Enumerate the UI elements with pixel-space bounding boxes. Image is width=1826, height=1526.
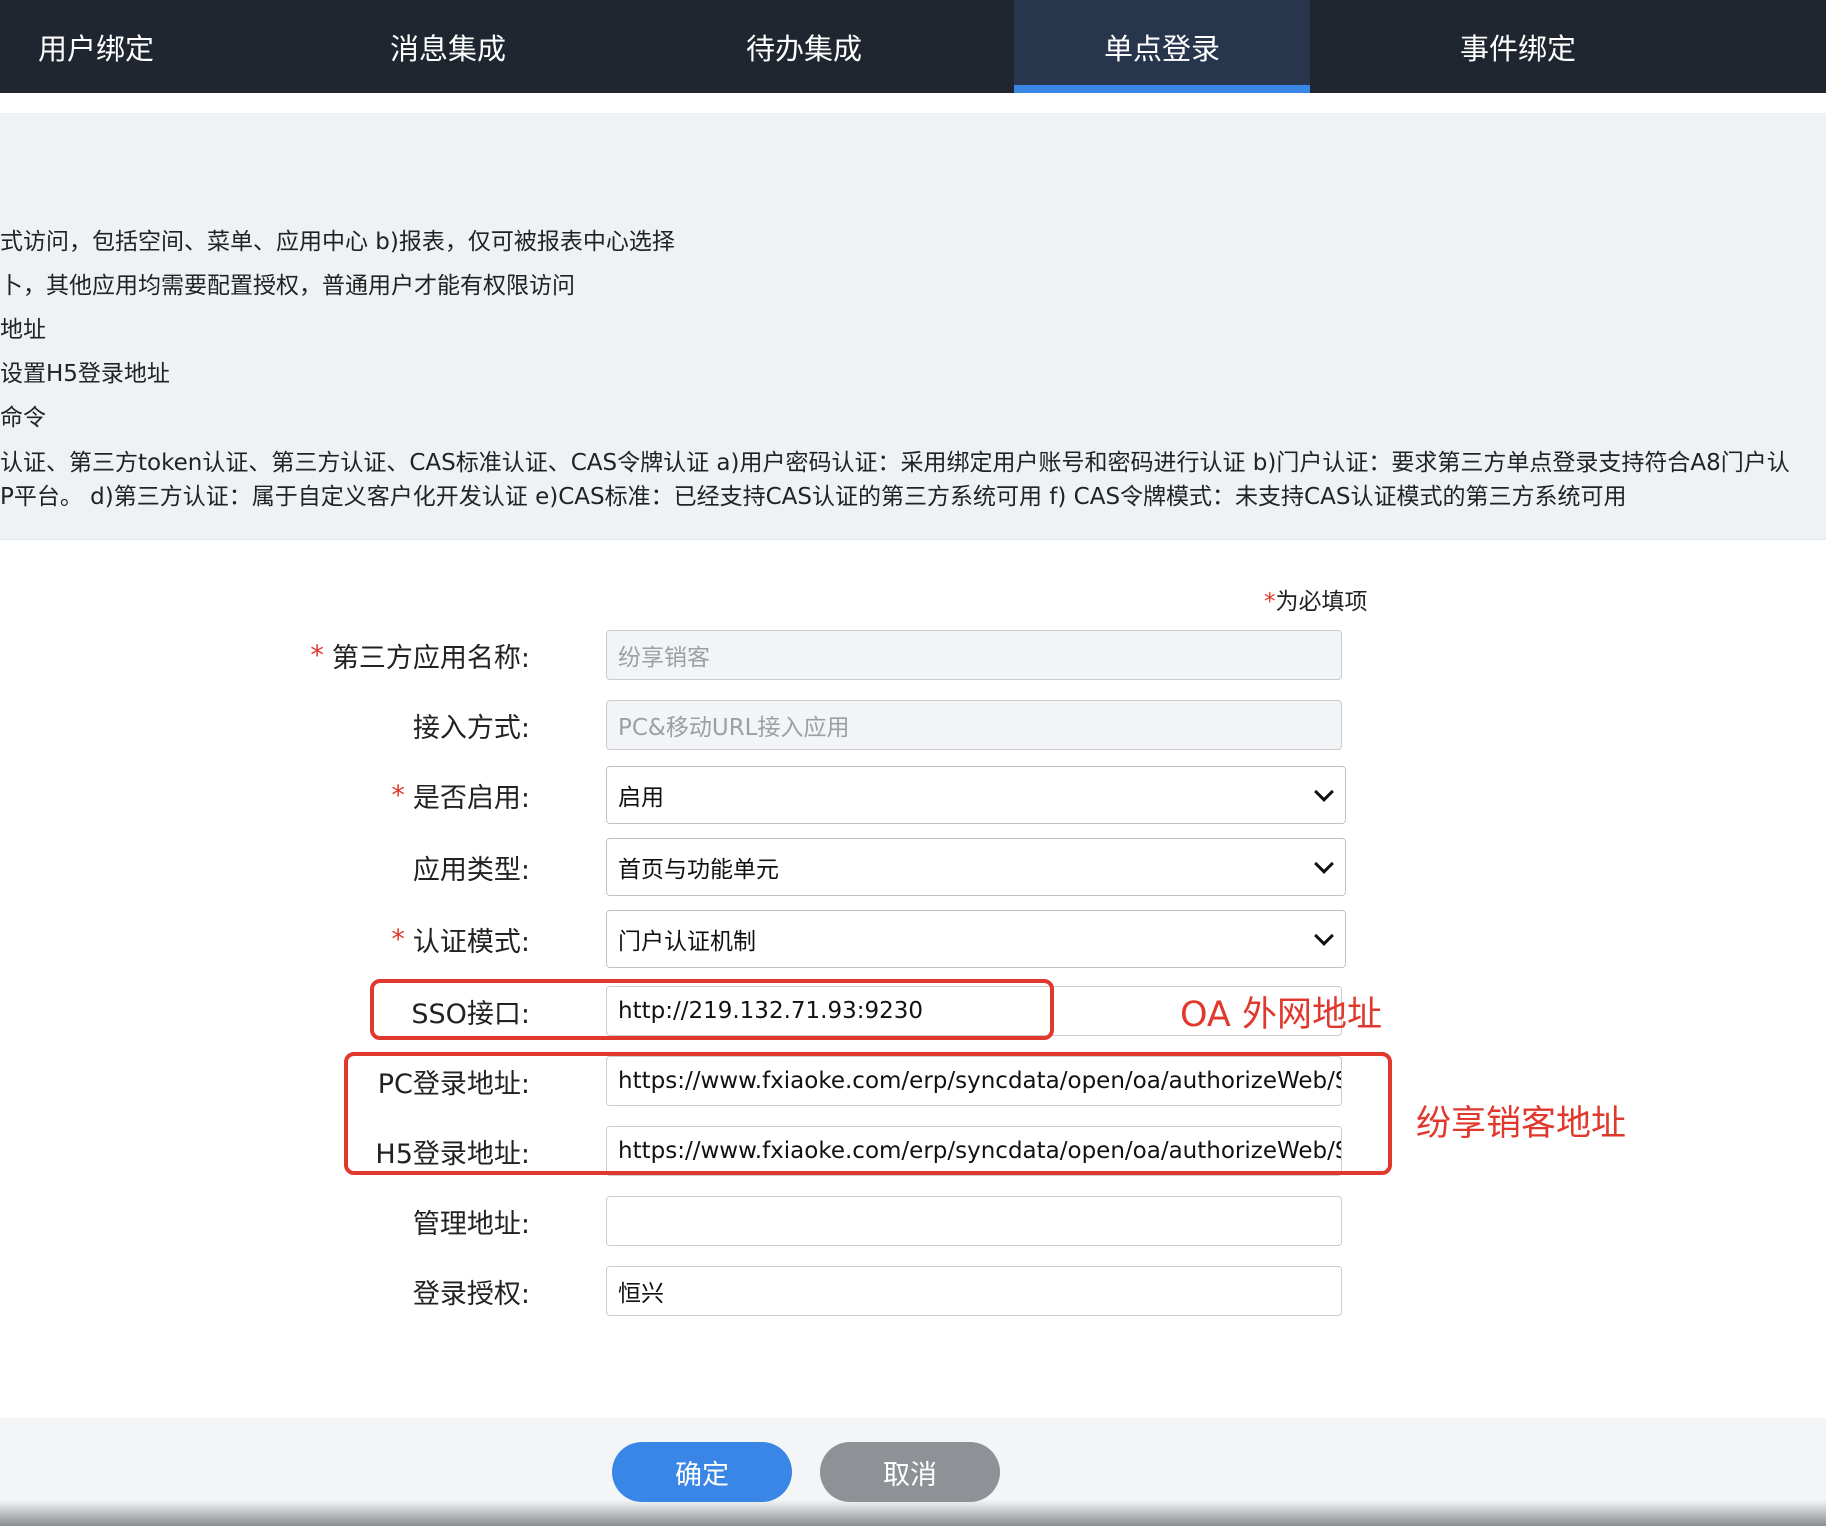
note-line: 命令: [0, 405, 46, 431]
tab-single-sign-on[interactable]: 单点登录: [1014, 0, 1310, 93]
cancel-button[interactable]: 取消: [820, 1442, 1000, 1502]
label-text: 第三方应用名称:: [331, 642, 530, 674]
login-auth-label: 登录授权:: [230, 1266, 530, 1316]
top-tab-bar: 用户绑定 消息集成 待办集成 单点登录 事件绑定: [0, 0, 1826, 93]
label-text: 认证模式:: [412, 926, 530, 958]
annotation-box-sso: [370, 979, 1054, 1040]
select-value: 首页与功能单元: [618, 857, 779, 883]
note-line: 卜，其他应用均需要配置授权，普通用户才能有权限访问: [0, 273, 575, 299]
enabled-label: * 是否启用:: [230, 770, 530, 820]
button-label: 取消: [883, 1459, 937, 1491]
tab-label: 消息集成: [389, 31, 506, 66]
footer-shadow: [0, 1500, 1826, 1526]
required-star: *: [1264, 589, 1276, 615]
admin-url-input[interactable]: [606, 1196, 1342, 1246]
required-fields-note: *为必填项: [1264, 582, 1368, 616]
admin-url-label: 管理地址:: [230, 1196, 530, 1246]
tab-label: 用户绑定: [38, 31, 155, 66]
tab-message-integration[interactable]: 消息集成: [300, 0, 596, 93]
note-line: P平台。 d)第三方认证：属于自定义客户化开发认证 e)CAS标准：已经支持CA…: [0, 484, 1627, 510]
label-text: 是否启用:: [412, 782, 530, 814]
tab-user-binding[interactable]: 用户绑定: [0, 0, 296, 93]
required-star: *: [310, 639, 324, 671]
note-line: 地址: [0, 317, 46, 343]
app-type-label: 应用类型:: [230, 842, 530, 892]
required-star: *: [391, 779, 405, 811]
auth-mode-label: * 认证模式:: [230, 914, 530, 964]
tab-label: 待办集成: [745, 31, 862, 66]
app-type-select[interactable]: 首页与功能单元: [606, 838, 1346, 896]
access-method-field[interactable]: PC&移动URL接入应用: [606, 700, 1342, 750]
instructions-panel: 式访问，包括空间、菜单、应用中心 b)报表，仅可被报表中心选择 卜，其他应用均需…: [0, 113, 1826, 540]
button-label: 确定: [675, 1459, 729, 1491]
app-name-label: * 第三方应用名称:: [230, 630, 530, 680]
enabled-select[interactable]: 启用: [606, 766, 1346, 824]
tab-label: 事件绑定: [1459, 31, 1576, 66]
annotation-oa-external: OA 外网地址: [1180, 995, 1383, 1035]
note-line: 认证、第三方token认证、第三方认证、CAS标准认证、CAS令牌认证 a)用户…: [0, 450, 1790, 476]
select-value: 门户认证机制: [618, 929, 756, 955]
annotation-fxiaoke-address: 纷享销客地址: [1416, 1104, 1627, 1144]
label-text: 管理地址:: [412, 1208, 530, 1240]
field-value: 纷享销客: [618, 645, 710, 671]
required-text: 为必填项: [1275, 589, 1368, 615]
chevron-down-icon: [1314, 926, 1334, 946]
annotation-box-login-urls: [344, 1052, 1392, 1175]
app-name-field[interactable]: 纷享销客: [606, 630, 1342, 680]
field-value: 恒兴: [618, 1281, 664, 1307]
tab-label: 单点登录: [1103, 31, 1220, 66]
label-text: 接入方式:: [412, 712, 530, 744]
tab-todo-integration[interactable]: 待办集成: [656, 0, 952, 93]
tab-event-binding[interactable]: 事件绑定: [1370, 0, 1666, 93]
note-line: 式访问，包括空间、菜单、应用中心 b)报表，仅可被报表中心选择: [0, 229, 675, 255]
login-auth-input[interactable]: 恒兴: [606, 1266, 1342, 1316]
confirm-button[interactable]: 确定: [612, 1442, 792, 1502]
field-value: PC&移动URL接入应用: [618, 715, 850, 741]
access-method-label: 接入方式:: [230, 700, 530, 750]
note-line: 设置H5登录地址: [0, 361, 170, 387]
label-text: 登录授权:: [412, 1278, 530, 1310]
chevron-down-icon: [1314, 854, 1334, 874]
select-value: 启用: [618, 785, 664, 811]
chevron-down-icon: [1314, 782, 1334, 802]
required-star: *: [391, 923, 405, 955]
auth-mode-select[interactable]: 门户认证机制: [606, 910, 1346, 968]
label-text: 应用类型:: [412, 854, 530, 886]
